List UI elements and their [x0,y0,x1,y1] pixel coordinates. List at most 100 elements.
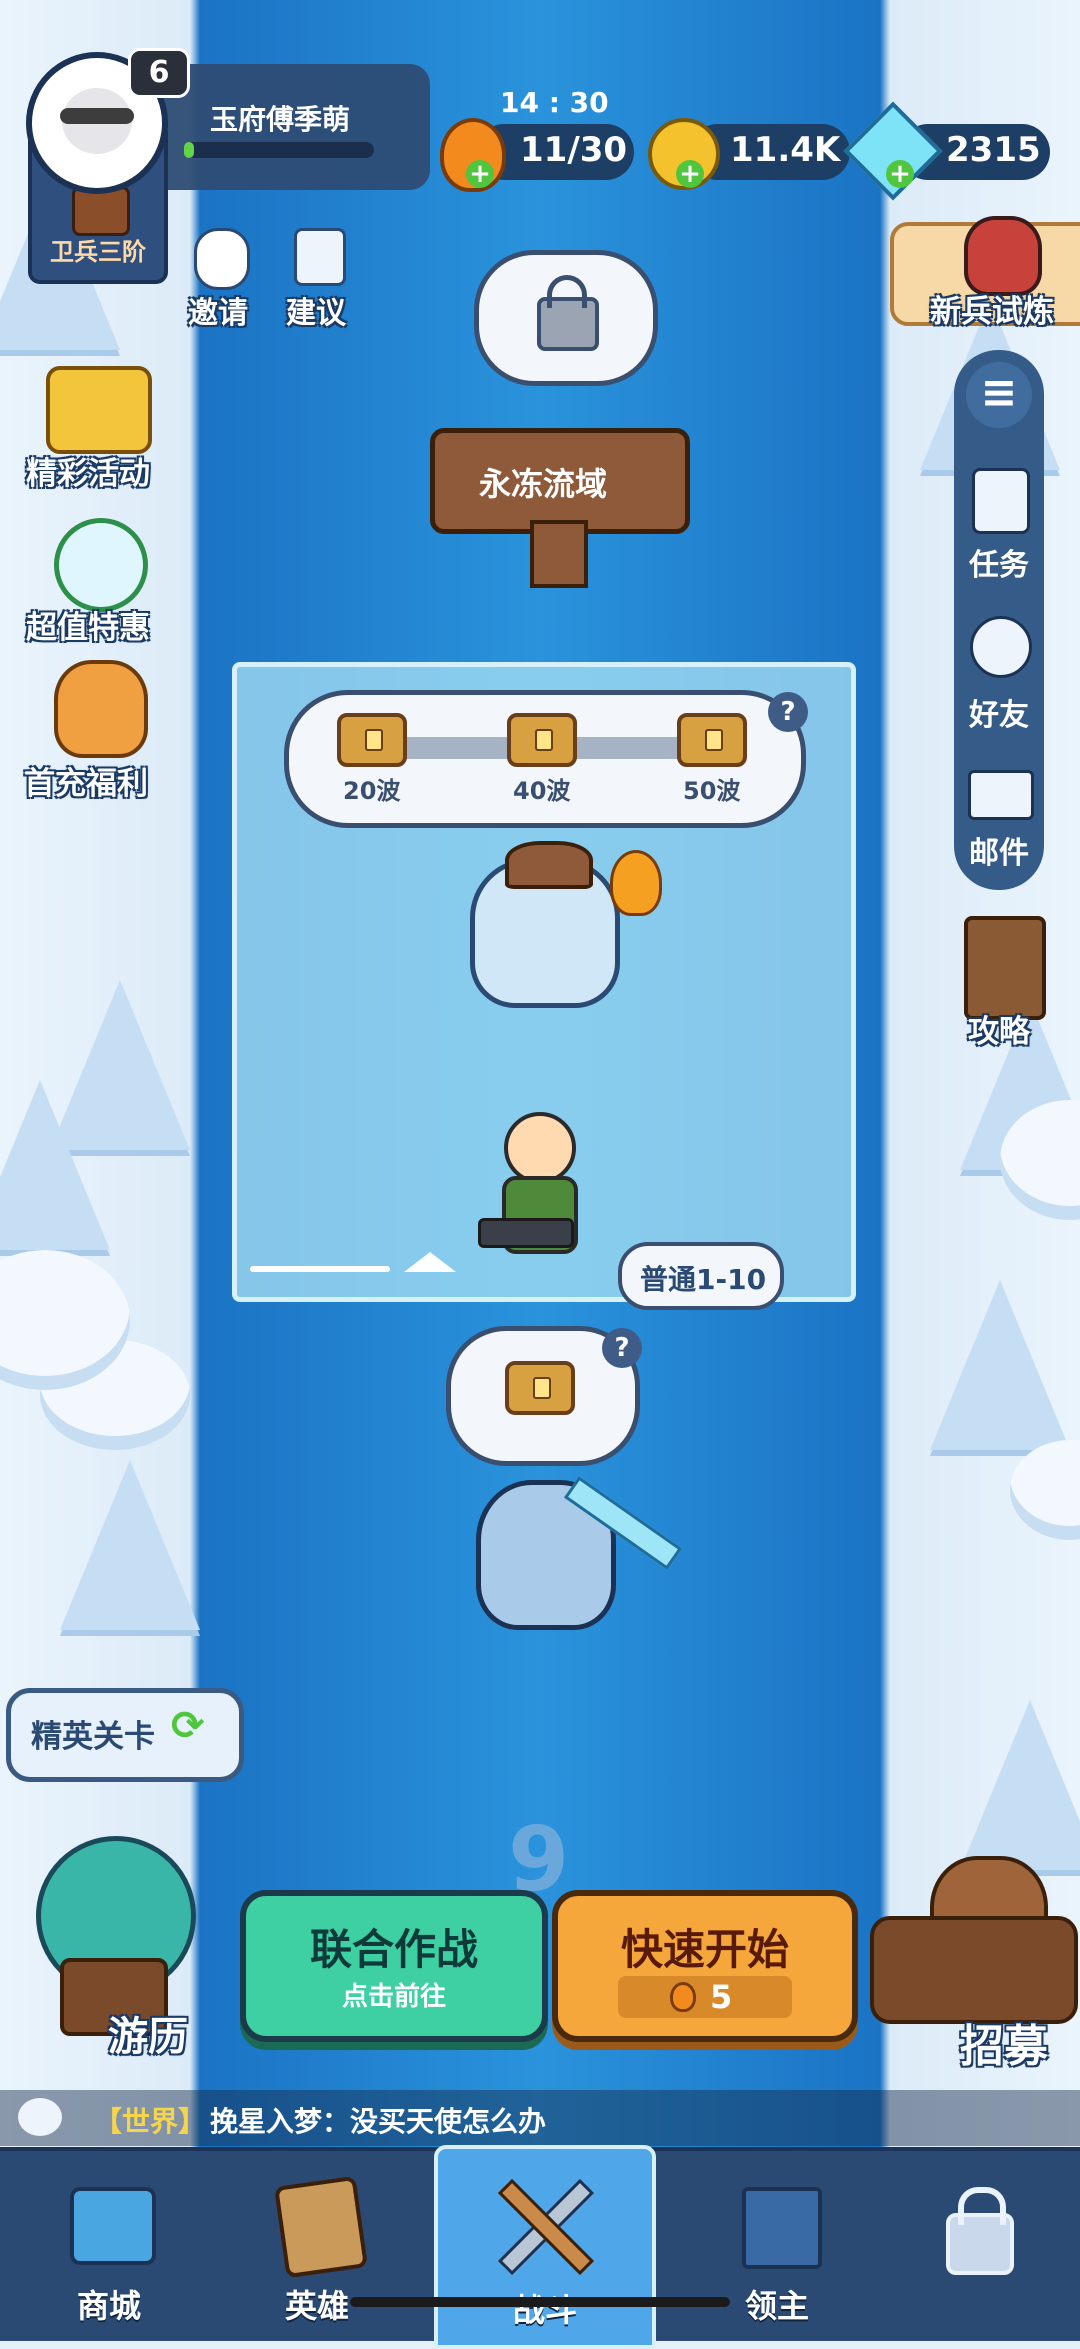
guide-book-icon[interactable] [964,916,1046,1020]
snow-tree [930,1280,1070,1450]
home-indicator [350,2297,730,2307]
snow-tree [960,1700,1080,1870]
chest-icon [677,713,747,767]
locked-bubble[interactable] [474,250,658,386]
nav-battle[interactable]: 战斗 [434,2145,656,2349]
player-level-badge: 6 [128,48,190,98]
flame-icon [670,1982,696,2012]
wave-reward-bubble: 20波 40波 50波 [284,690,806,828]
coop-title: 联合作战 [309,1925,478,1974]
exp-bar-fill [184,142,194,158]
stage-label: 普通1-10 [640,1263,767,1296]
nav-battle-label: 战斗 [512,2291,577,2329]
zone-sign: 永冻流域 [430,428,690,534]
torch-flame-icon [610,850,662,916]
tasks-label: 任务 [969,548,1029,583]
gold-value: 11.4K [730,130,841,170]
tasks-button[interactable]: 任务 [956,460,1042,583]
add-gem-icon[interactable]: + [886,160,914,188]
yeti-boss [470,841,620,1008]
elite-label: 精英关卡 [31,1719,155,1755]
friends-button[interactable]: 好友 [956,610,1042,733]
nav-shop-label: 商城 [76,2287,141,2325]
events-button[interactable] [40,360,152,454]
chest-icon [507,713,577,767]
chest-icon [337,713,407,767]
friends-icon [970,616,1032,678]
reward-chest-3[interactable] [677,713,747,767]
chat-message: 挽星入梦：没买天使怎么办 [210,2105,547,2138]
recruit-desk [870,1916,1078,2024]
snow-mound [1010,1440,1080,1540]
crossed-weapons-icon [488,2169,598,2276]
first-recharge-label: 首充福利 [24,766,148,802]
zone-name: 永冻流域 [479,465,608,503]
coop-subtitle: 点击前往 [341,1982,446,2012]
mail-button[interactable]: 邮件 [956,756,1042,876]
quick-cost-bar: 5 [618,1976,792,2018]
clipboard-icon [972,468,1030,534]
reward-wave-1: 20波 [343,777,401,805]
nav-lord[interactable]: 领主 [672,2151,882,2341]
lock-shackle [547,275,587,308]
add-gold-icon[interactable]: + [676,160,704,188]
events-label: 精彩活动 [26,456,150,492]
quick-start-button[interactable]: 快速开始 5 [552,1890,858,2042]
warrior-icon [964,216,1042,296]
bottom-nav: 商城 英雄 战斗 领主 [0,2145,1080,2349]
phoenix-icon [54,660,148,758]
snow-tree [0,1080,110,1250]
cannon-icon [478,1218,574,1248]
stamina-value: 11/30 [520,130,628,170]
nav-heroes[interactable]: 英雄 [212,2151,422,2341]
first-recharge-button[interactable] [30,650,160,760]
add-stamina-icon[interactable]: + [466,160,494,188]
hat-icon [505,841,593,889]
stage-label-pill: 普通1-10 [618,1242,784,1310]
hero-head [504,1112,576,1184]
friends-label: 好友 [969,698,1029,733]
guide-label: 攻略 [968,1014,1030,1050]
hero-card-icon [273,2175,369,2279]
reward-wave-2: 40波 [513,777,571,805]
deals-button[interactable] [40,514,150,612]
travel-label: 游历 [108,2014,188,2060]
chest-icon [505,1361,575,1415]
snow-tree [60,1460,200,1630]
coop-battle-button[interactable]: 联合作战 点击前往 [240,1890,548,2042]
treasure-icon [46,366,152,454]
help-icon[interactable]: ? [768,692,808,732]
lock-shackle [958,2187,1006,2225]
stamina-timer: 14 : 30 [500,86,609,119]
chat-bubble-icon [18,2098,62,2136]
invite-button[interactable] [186,228,256,290]
suggest-button[interactable] [290,228,350,290]
nav-locked[interactable] [870,2151,1080,2341]
reward-chest-1[interactable] [337,713,407,767]
next-reward-chest[interactable] [505,1361,575,1415]
deals-label: 超值特惠 [26,610,150,646]
clock-icon [54,518,148,612]
refresh-icon: ⟳ [171,1703,205,1749]
mail-label: 邮件 [969,836,1029,871]
chat-bar[interactable]: 【世界】 挽星入梦：没买天使怎么办 [0,2090,1080,2146]
rank-label: 卫兵三阶 [50,238,146,266]
menu-icon[interactable]: ≡ [966,362,1032,428]
envelope-icon [968,770,1034,820]
snowman-icon [194,228,250,290]
chat-channel: 【世界】 [94,2105,207,2138]
reward-wave-3: 50波 [683,777,741,805]
feedback-icon [294,228,346,286]
reward-chest-2[interactable] [507,713,577,767]
help-icon-2[interactable]: ? [602,1328,642,1368]
banner-icon [742,2187,822,2269]
sign-post [530,520,588,588]
shop-icon [70,2187,156,2265]
progress-marker-icon [404,1252,456,1272]
nav-shop[interactable]: 商城 [4,2151,214,2341]
quick-cost: 5 [710,1978,733,2016]
suggest-label: 建议 [286,296,346,331]
elite-stage-button[interactable]: 精英关卡 ⟳ [6,1688,244,1782]
trial-label: 新兵试炼 [930,294,1054,330]
avatar-glasses-icon [60,108,134,124]
